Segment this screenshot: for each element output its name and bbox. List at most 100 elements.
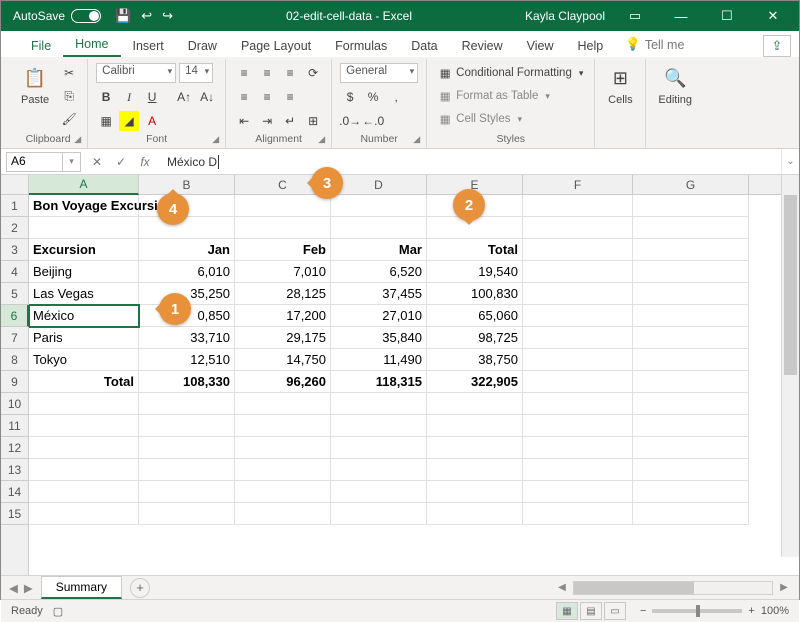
tab-view[interactable]: View xyxy=(515,34,566,57)
cell-B15[interactable] xyxy=(139,503,235,525)
font-size-select[interactable]: 14 xyxy=(179,63,213,83)
cell-F12[interactable] xyxy=(523,437,633,459)
cell-B3[interactable]: Jan xyxy=(139,239,235,261)
row-header-10[interactable]: 10 xyxy=(1,393,28,415)
cell-A4[interactable]: Beijing xyxy=(29,261,139,283)
cell-E15[interactable] xyxy=(427,503,523,525)
column-header-G[interactable]: G xyxy=(633,175,749,194)
cell-F9[interactable] xyxy=(523,371,633,393)
font-color-icon[interactable]: A xyxy=(142,111,162,131)
cell-G11[interactable] xyxy=(633,415,749,437)
bold-button[interactable]: B xyxy=(96,87,116,107)
tab-insert[interactable]: Insert xyxy=(121,34,176,57)
cell-C14[interactable] xyxy=(235,481,331,503)
cell-F13[interactable] xyxy=(523,459,633,481)
page-layout-view-icon[interactable]: ▤ xyxy=(580,602,602,620)
row-header-4[interactable]: 4 xyxy=(1,261,28,283)
share-button[interactable]: ⇪ xyxy=(763,35,791,57)
name-box[interactable]: A6 xyxy=(6,152,63,172)
cell-E14[interactable] xyxy=(427,481,523,503)
comma-icon[interactable]: , xyxy=(386,87,406,107)
row-header-11[interactable]: 11 xyxy=(1,415,28,437)
formula-input[interactable]: México D xyxy=(161,155,781,169)
cell-E8[interactable]: 38,750 xyxy=(427,349,523,371)
cell-A12[interactable] xyxy=(29,437,139,459)
cell-B4[interactable]: 6,010 xyxy=(139,261,235,283)
cell-B7[interactable]: 33,710 xyxy=(139,327,235,349)
cell-B2[interactable] xyxy=(139,217,235,239)
row-header-15[interactable]: 15 xyxy=(1,503,28,525)
cell-C15[interactable] xyxy=(235,503,331,525)
cell-C3[interactable]: Feb xyxy=(235,239,331,261)
tab-file[interactable]: File xyxy=(19,34,63,57)
tab-page-layout[interactable]: Page Layout xyxy=(229,34,323,57)
underline-button[interactable]: U xyxy=(142,87,162,107)
row-header-1[interactable]: 1 xyxy=(1,195,28,217)
zoom-out-icon[interactable]: − xyxy=(640,605,646,617)
row-header-7[interactable]: 7 xyxy=(1,327,28,349)
cell-F7[interactable] xyxy=(523,327,633,349)
row-header-3[interactable]: 3 xyxy=(1,239,28,261)
cell-E5[interactable]: 100,830 xyxy=(427,283,523,305)
increase-indent-icon[interactable]: ⇥ xyxy=(257,111,277,131)
cell-G2[interactable] xyxy=(633,217,749,239)
percent-icon[interactable]: % xyxy=(363,87,383,107)
cell-G8[interactable] xyxy=(633,349,749,371)
column-header-F[interactable]: F xyxy=(523,175,633,194)
name-box-dropdown-icon[interactable]: ▾ xyxy=(63,152,81,172)
cell-G7[interactable] xyxy=(633,327,749,349)
paste-button[interactable]: 📋 Paste xyxy=(17,63,53,108)
cell-G9[interactable] xyxy=(633,371,749,393)
cell-G6[interactable] xyxy=(633,305,749,327)
cell-D12[interactable] xyxy=(331,437,427,459)
cell-B14[interactable] xyxy=(139,481,235,503)
merge-icon[interactable]: ⊞ xyxy=(303,111,323,131)
hscroll-left-icon[interactable]: ◀ xyxy=(555,582,569,593)
cell-D10[interactable] xyxy=(331,393,427,415)
cell-A8[interactable]: Tokyo xyxy=(29,349,139,371)
align-right-icon[interactable]: ≡ xyxy=(280,87,300,107)
cell-D8[interactable]: 11,490 xyxy=(331,349,427,371)
cell-F10[interactable] xyxy=(523,393,633,415)
cell-A7[interactable]: Paris xyxy=(29,327,139,349)
ribbon-options-icon[interactable]: ▭ xyxy=(613,1,657,31)
cell-G3[interactable] xyxy=(633,239,749,261)
cell-B10[interactable] xyxy=(139,393,235,415)
cell-F2[interactable] xyxy=(523,217,633,239)
cell-G10[interactable] xyxy=(633,393,749,415)
cell-C7[interactable]: 29,175 xyxy=(235,327,331,349)
select-all-button[interactable] xyxy=(1,175,29,195)
zoom-in-icon[interactable]: + xyxy=(748,605,754,617)
normal-view-icon[interactable]: ▦ xyxy=(556,602,578,620)
cell-D9[interactable]: 118,315 xyxy=(331,371,427,393)
cell-B12[interactable] xyxy=(139,437,235,459)
increase-decimal-icon[interactable]: .0→ xyxy=(340,111,360,131)
align-center-icon[interactable]: ≡ xyxy=(257,87,277,107)
sheet-nav-next-icon[interactable]: ▶ xyxy=(24,581,33,595)
page-break-view-icon[interactable]: ▭ xyxy=(604,602,626,620)
cell-G5[interactable] xyxy=(633,283,749,305)
grow-font-icon[interactable]: A↑ xyxy=(174,87,194,107)
cell-E4[interactable]: 19,540 xyxy=(427,261,523,283)
currency-icon[interactable]: $ xyxy=(340,87,360,107)
redo-icon[interactable]: ↪ xyxy=(162,8,173,24)
cell-E11[interactable] xyxy=(427,415,523,437)
sheet-nav-prev-icon[interactable]: ◀ xyxy=(9,581,18,595)
row-header-9[interactable]: 9 xyxy=(1,371,28,393)
cell-A6[interactable]: México xyxy=(29,305,139,327)
cell-B8[interactable]: 12,510 xyxy=(139,349,235,371)
cell-D13[interactable] xyxy=(331,459,427,481)
cell-C11[interactable] xyxy=(235,415,331,437)
close-icon[interactable]: ✕ xyxy=(751,1,795,31)
cell-D7[interactable]: 35,840 xyxy=(331,327,427,349)
vertical-scrollbar[interactable] xyxy=(781,175,799,557)
cell-F4[interactable] xyxy=(523,261,633,283)
italic-button[interactable]: I xyxy=(119,87,139,107)
cell-D3[interactable]: Mar xyxy=(331,239,427,261)
column-header-D[interactable]: D xyxy=(331,175,427,194)
cell-G15[interactable] xyxy=(633,503,749,525)
undo-icon[interactable]: ↩ xyxy=(141,8,152,24)
cell-D14[interactable] xyxy=(331,481,427,503)
zoom-slider[interactable] xyxy=(652,609,742,613)
align-top-icon[interactable]: ≡ xyxy=(234,63,254,83)
